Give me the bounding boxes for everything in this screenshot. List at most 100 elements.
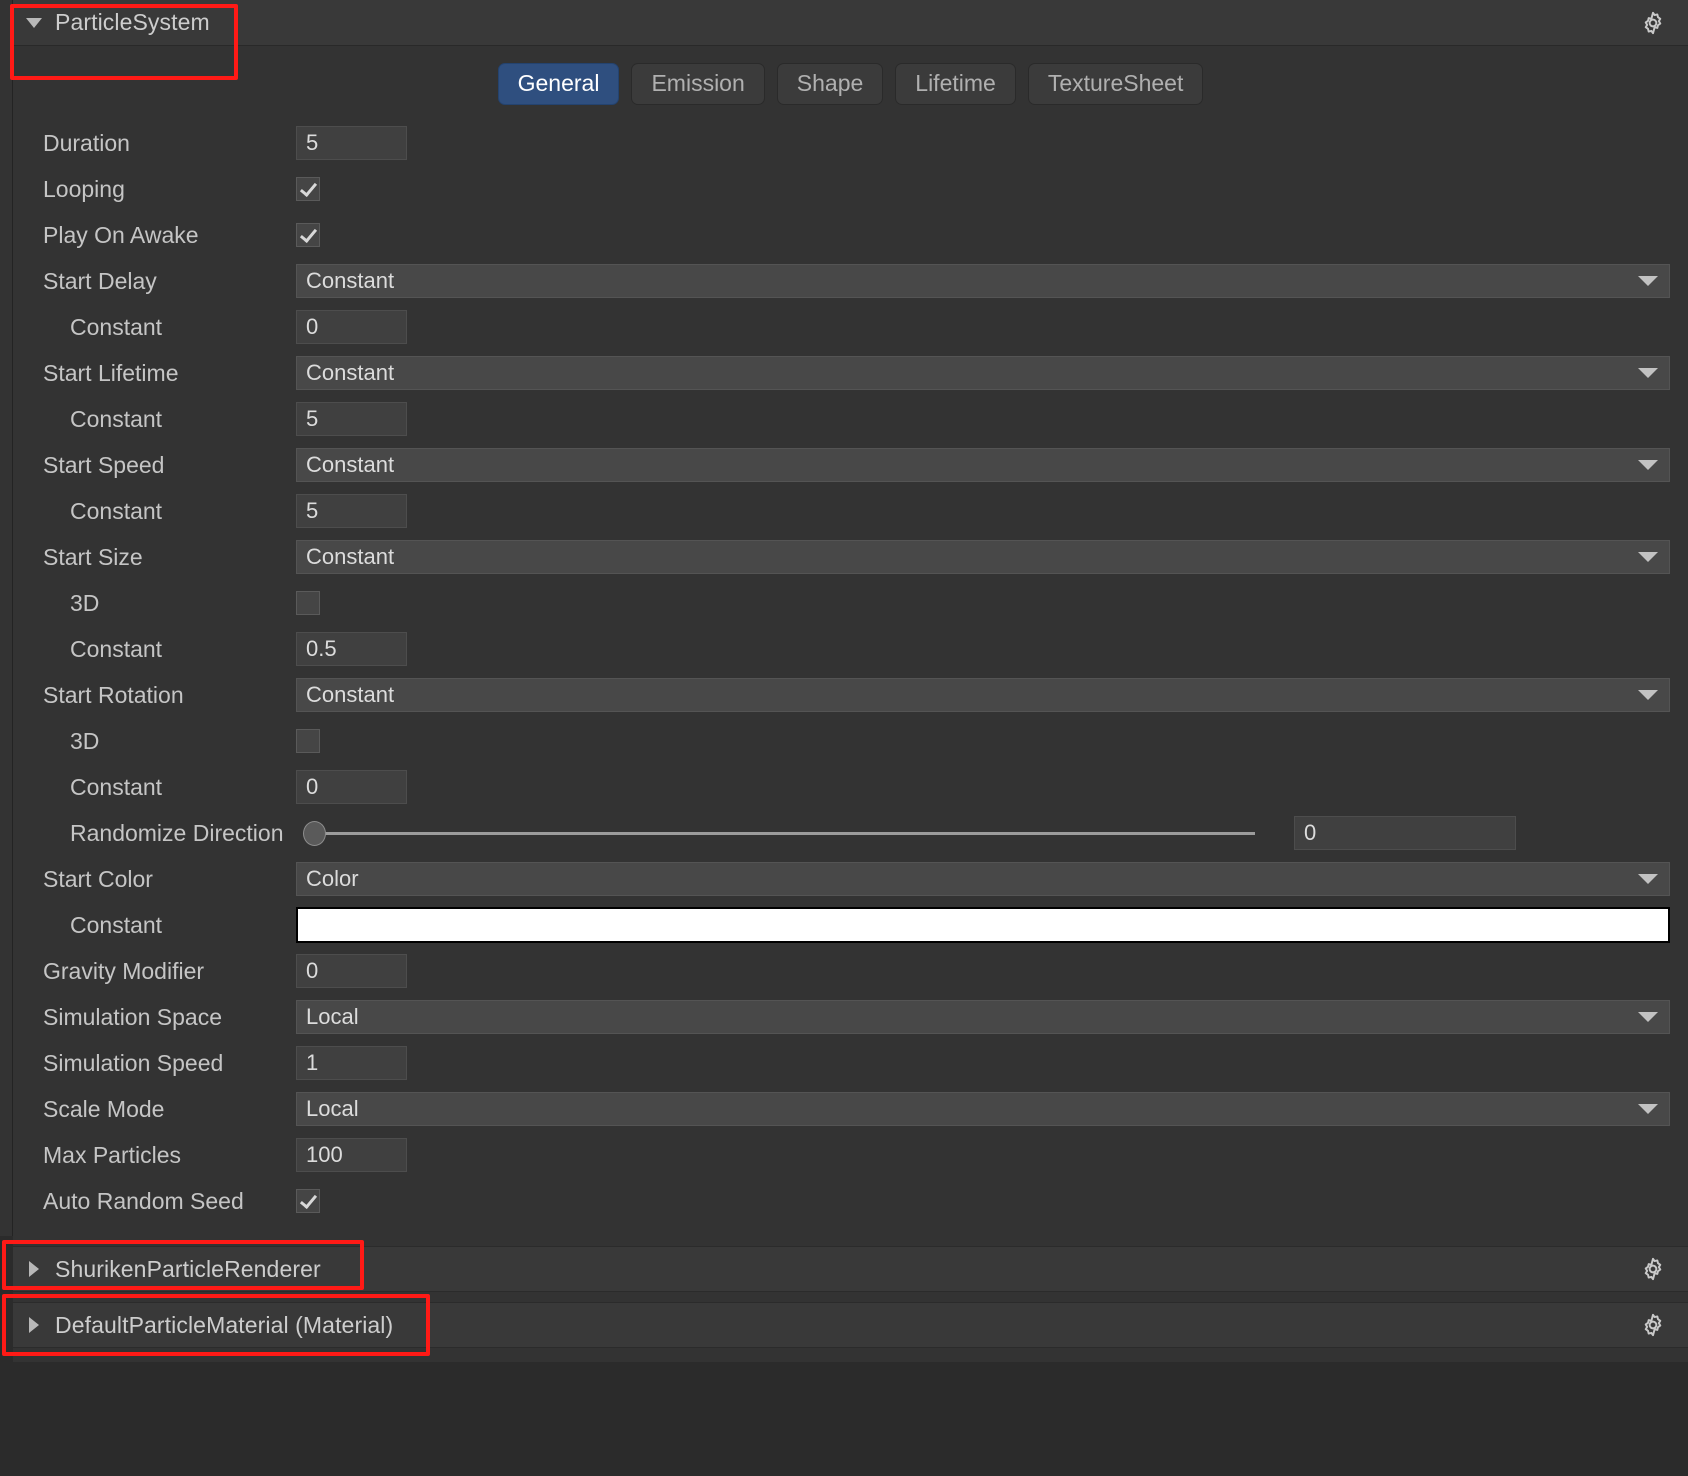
particlesystem-foldout-toggle[interactable] xyxy=(21,18,47,28)
start-size-constant-input[interactable]: 0.5 xyxy=(296,632,407,666)
chevron-down-icon xyxy=(1638,1104,1658,1114)
control-start-size-3d xyxy=(296,591,320,615)
start-rotation-3d-checkbox[interactable] xyxy=(296,729,320,753)
start-lifetime-constant-input[interactable]: 5 xyxy=(296,402,407,436)
randomize-direction-slider[interactable] xyxy=(303,818,1255,848)
chevron-down-icon xyxy=(1638,368,1658,378)
spacer-strip-bottom xyxy=(13,1348,1688,1362)
label-start-lifetime: Start Lifetime xyxy=(43,362,179,385)
label-start-delay: Start Delay xyxy=(43,270,157,293)
property-row-start-rotation-constant: Constant 0 xyxy=(13,764,1688,810)
chevron-down-icon xyxy=(1638,690,1658,700)
triangle-right-icon xyxy=(29,1317,39,1333)
property-row-start-size-constant: Constant 0.5 xyxy=(13,626,1688,672)
tab-texturesheet[interactable]: TextureSheet xyxy=(1028,63,1204,105)
default-particle-material-title: DefaultParticleMaterial (Material) xyxy=(55,1312,393,1339)
start-color-swatch[interactable] xyxy=(296,907,1670,943)
chevron-down-icon xyxy=(1638,874,1658,884)
property-row-start-lifetime: Start Lifetime Constant xyxy=(13,350,1688,396)
start-delay-constant-input[interactable]: 0 xyxy=(296,310,407,344)
property-row-simulation-space: Simulation Space Local xyxy=(13,994,1688,1040)
control-gravity-modifier: 0 xyxy=(296,954,407,988)
component-header-particlesystem[interactable]: ParticleSystem xyxy=(13,0,1688,46)
property-row-start-speed-constant: Constant 5 xyxy=(13,488,1688,534)
label-start-lifetime-constant: Constant xyxy=(70,408,162,431)
control-start-speed-constant: 5 xyxy=(296,494,407,528)
chevron-down-icon xyxy=(1638,276,1658,286)
label-start-speed-constant: Constant xyxy=(70,500,162,523)
component-header-shuriken-particle-renderer[interactable]: ShurikenParticleRenderer xyxy=(13,1246,1688,1292)
gear-icon[interactable] xyxy=(1640,10,1666,36)
looping-checkbox[interactable] xyxy=(296,177,320,201)
property-row-play-on-awake: Play On Awake xyxy=(13,212,1688,258)
default-particle-material-foldout-toggle[interactable] xyxy=(21,1317,47,1333)
property-row-start-color: Start Color Color xyxy=(13,856,1688,902)
duration-input[interactable]: 5 xyxy=(296,126,407,160)
control-start-lifetime-constant: 5 xyxy=(296,402,407,436)
start-speed-dropdown[interactable]: Constant xyxy=(296,448,1670,482)
tab-lifetime[interactable]: Lifetime xyxy=(895,63,1016,105)
start-color-dropdown-value: Color xyxy=(306,866,359,892)
chevron-down-icon xyxy=(1638,1012,1658,1022)
property-row-start-size-3d: 3D xyxy=(13,580,1688,626)
gear-icon[interactable] xyxy=(1640,1256,1666,1282)
property-row-start-speed: Start Speed Constant xyxy=(13,442,1688,488)
property-row-duration: Duration 5 xyxy=(13,120,1688,166)
shuriken-particle-renderer-title: ShurikenParticleRenderer xyxy=(55,1256,321,1283)
control-start-rotation-constant: 0 xyxy=(296,770,407,804)
label-start-speed: Start Speed xyxy=(43,454,164,477)
control-simulation-speed: 1 xyxy=(296,1046,407,1080)
slider-handle[interactable] xyxy=(303,821,326,846)
triangle-down-icon xyxy=(26,18,42,28)
label-start-rotation-3d: 3D xyxy=(70,730,99,753)
start-rotation-constant-input[interactable]: 0 xyxy=(296,770,407,804)
label-randomize-direction: Randomize Direction xyxy=(70,822,283,845)
scale-mode-dropdown[interactable]: Local xyxy=(296,1092,1670,1126)
start-color-dropdown[interactable]: Color xyxy=(296,862,1670,896)
component-header-default-particle-material[interactable]: DefaultParticleMaterial (Material) xyxy=(13,1302,1688,1348)
max-particles-input[interactable]: 100 xyxy=(296,1138,407,1172)
control-looping xyxy=(296,177,320,201)
label-start-rotation: Start Rotation xyxy=(43,684,184,707)
label-start-color-constant: Constant xyxy=(70,914,162,937)
simulation-space-dropdown[interactable]: Local xyxy=(296,1000,1670,1034)
tab-general[interactable]: General xyxy=(498,63,620,105)
start-speed-constant-input[interactable]: 5 xyxy=(296,494,407,528)
property-row-max-particles: Max Particles 100 xyxy=(13,1132,1688,1178)
start-rotation-dropdown[interactable]: Constant xyxy=(296,678,1670,712)
start-delay-dropdown[interactable]: Constant xyxy=(296,264,1670,298)
gear-icon[interactable] xyxy=(1640,1312,1666,1338)
start-rotation-dropdown-value: Constant xyxy=(306,682,394,708)
chevron-down-icon xyxy=(1638,460,1658,470)
property-row-looping: Looping xyxy=(13,166,1688,212)
chevron-down-icon xyxy=(1638,552,1658,562)
play-on-awake-checkbox[interactable] xyxy=(296,223,320,247)
property-row-scale-mode: Scale Mode Local xyxy=(13,1086,1688,1132)
shuriken-particle-renderer-foldout-toggle[interactable] xyxy=(21,1261,47,1277)
control-start-rotation-3d xyxy=(296,729,320,753)
tab-emission[interactable]: Emission xyxy=(631,63,764,105)
particle-module-tabbar: General Emission Shape Lifetime TextureS… xyxy=(13,47,1688,120)
spacer-strip-top xyxy=(13,1236,1688,1246)
control-start-size-constant: 0.5 xyxy=(296,632,407,666)
label-start-size: Start Size xyxy=(43,546,143,569)
randomize-direction-input[interactable]: 0 xyxy=(1294,816,1516,850)
property-row-randomize-direction: Randomize Direction 0 xyxy=(13,810,1688,856)
simulation-space-dropdown-value: Local xyxy=(306,1004,359,1030)
start-size-dropdown[interactable]: Constant xyxy=(296,540,1670,574)
control-duration: 5 xyxy=(296,126,407,160)
property-row-start-delay: Start Delay Constant xyxy=(13,258,1688,304)
gravity-modifier-input[interactable]: 0 xyxy=(296,954,407,988)
start-lifetime-dropdown[interactable]: Constant xyxy=(296,356,1670,390)
property-row-start-lifetime-constant: Constant 5 xyxy=(13,396,1688,442)
property-rows: Duration 5 Looping Play On Awake Start D… xyxy=(13,120,1688,1224)
start-size-3d-checkbox[interactable] xyxy=(296,591,320,615)
spacer-strip-middle xyxy=(13,1292,1688,1302)
auto-random-seed-checkbox[interactable] xyxy=(296,1189,320,1213)
property-row-gravity-modifier: Gravity Modifier 0 xyxy=(13,948,1688,994)
tab-shape[interactable]: Shape xyxy=(777,63,884,105)
simulation-speed-input[interactable]: 1 xyxy=(296,1046,407,1080)
control-start-delay-constant: 0 xyxy=(296,310,407,344)
property-row-start-size: Start Size Constant xyxy=(13,534,1688,580)
label-simulation-speed: Simulation Speed xyxy=(43,1052,223,1075)
